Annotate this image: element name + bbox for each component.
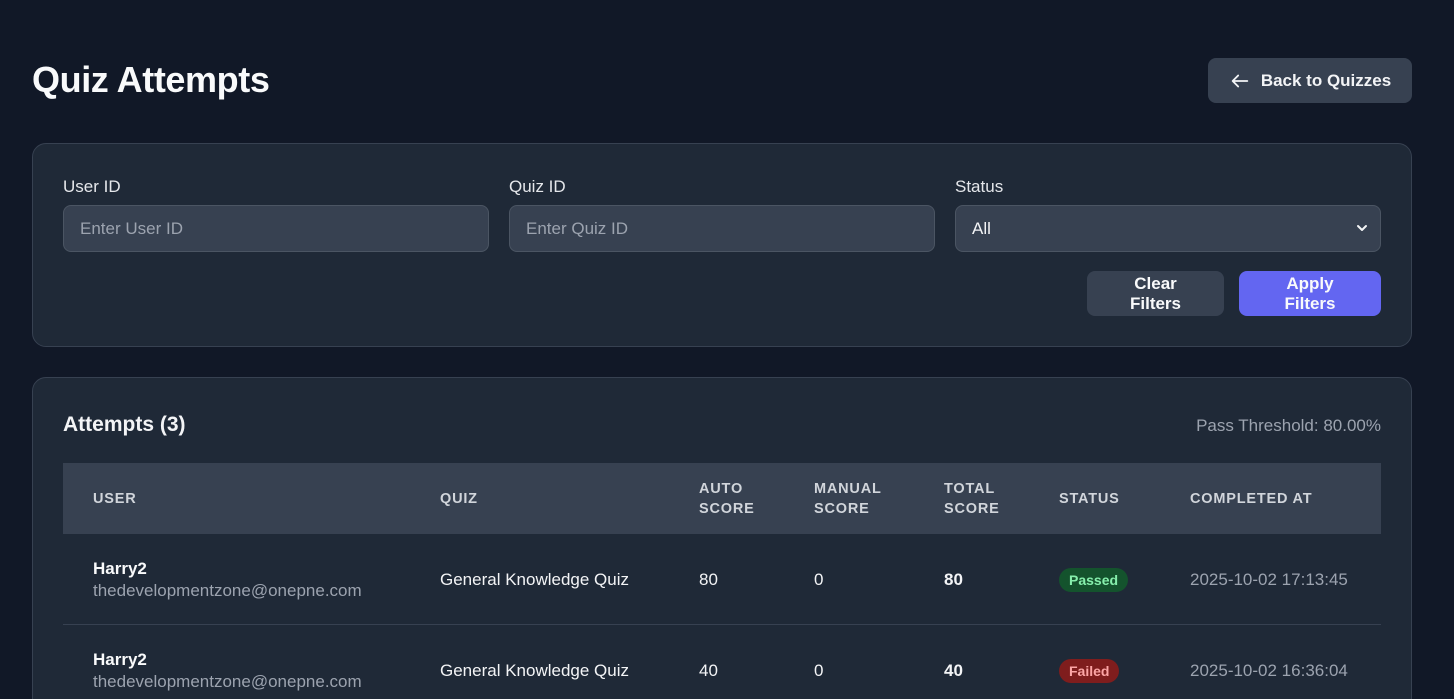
completed-at-cell: 2025-10-02 17:13:45 [1190,569,1348,589]
status-label: Status [955,177,1004,196]
attempts-title: Attempts (3) [63,413,186,436]
pass-threshold: Pass Threshold: 80.00% [1196,416,1381,435]
auto-score-cell: 40 [699,660,718,680]
apply-filters-button[interactable]: Apply Filters [1239,271,1381,316]
user-name: Harry2 [93,558,147,578]
quiz-id-label: Quiz ID [509,177,566,196]
quiz-cell: General Knowledge Quiz [440,660,630,680]
back-to-quizzes-button[interactable]: Back to Quizzes [1208,58,1412,103]
total-score-cell: 40 [944,660,963,680]
user-cell: Harry2 thedevelopmentzone@onepne.com [93,534,362,625]
column-header-auto-score: AUTO SCORE [699,480,755,517]
user-email: thedevelopmentzone@onepne.com [93,580,362,600]
user-id-field: User ID [63,177,489,252]
column-header-completed-at: COMPLETED AT [1190,490,1313,507]
filter-actions: Clear Filters Apply Filters [1087,271,1381,316]
column-header-total-score: TOTAL SCORE [944,480,1000,517]
page: Quiz Attempts Back to Quizzes User ID Qu… [0,0,1454,699]
user-name: Harry2 [93,649,147,669]
user-id-label: User ID [63,177,121,196]
table-row[interactable]: Harry2 thedevelopmentzone@onepne.com Gen… [63,534,1381,625]
manual-score-cell: 0 [814,660,824,680]
back-button-label: Back to Quizzes [1260,70,1392,90]
user-email: thedevelopmentzone@onepne.com [93,671,362,691]
attempts-panel: Attempts (3) Pass Threshold: 80.00% USER… [32,377,1412,699]
status-select[interactable]: All [955,205,1381,252]
attempts-table: USER QUIZ AUTO SCORE MANUAL SCORE TOTAL … [63,463,1381,691]
page-title: Quiz Attempts [32,59,270,100]
status-cell: Failed [1059,625,1120,699]
auto-score-cell: 80 [699,569,718,589]
total-score-cell: 80 [944,569,963,589]
status-cell: Passed [1059,534,1129,625]
column-header-quiz: QUIZ [440,490,478,507]
user-cell: Harry2 thedevelopmentzone@onepne.com [93,625,362,699]
column-header-user: USER [93,490,137,507]
page-header: Quiz Attempts Back to Quizzes [32,58,1412,103]
clear-filters-button[interactable]: Clear Filters [1087,271,1224,316]
column-header-status: STATUS [1059,490,1120,507]
column-header-manual-score: MANUAL SCORE [814,480,882,517]
completed-at-cell: 2025-10-02 16:36:04 [1190,660,1348,680]
user-id-input[interactable] [63,205,489,252]
table-row[interactable]: Harry2 thedevelopmentzone@onepne.com Gen… [63,625,1381,699]
filters-panel: User ID Quiz ID Status All Clear Filters… [32,143,1412,347]
status-badge: Failed [1059,658,1120,683]
quiz-id-field: Quiz ID [509,177,935,252]
status-badge: Passed [1059,567,1129,592]
arrow-left-icon [1231,74,1249,87]
table-header: USER QUIZ AUTO SCORE MANUAL SCORE TOTAL … [63,463,1381,534]
manual-score-cell: 0 [814,569,824,589]
quiz-cell: General Knowledge Quiz [440,569,630,589]
status-select-wrapper: All [955,205,1381,252]
quiz-id-input[interactable] [509,205,935,252]
status-field: Status All [955,177,1381,252]
